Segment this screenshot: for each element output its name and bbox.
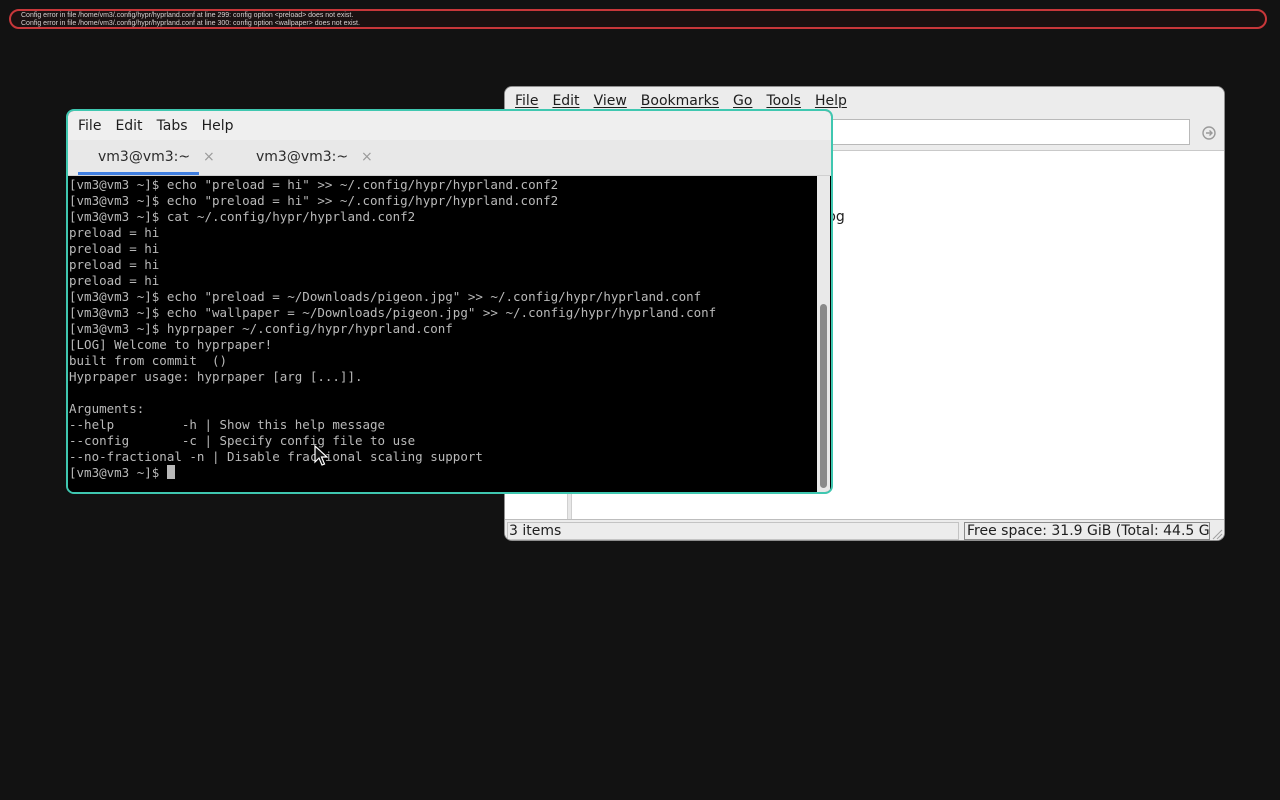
terminal-line: --help -h | Show this help message bbox=[69, 417, 386, 432]
scrollbar-thumb[interactable] bbox=[820, 304, 827, 488]
terminal-line: [vm3@vm3 ~]$ echo "preload = hi" >> ~/.c… bbox=[69, 193, 559, 208]
terminal-tab-bar: vm3@vm3:~ × vm3@vm3:~ × bbox=[68, 140, 831, 176]
text-cursor bbox=[166, 465, 175, 479]
terminal-lines: [vm3@vm3 ~]$ echo "preload = hi" >> ~/.c… bbox=[69, 177, 716, 481]
terminal-line: preload = hi bbox=[69, 257, 160, 272]
fm-menu-edit[interactable]: Edit bbox=[548, 93, 583, 109]
terminal-line: [vm3@vm3 ~]$ echo "preload = ~/Downloads… bbox=[69, 289, 702, 304]
location-bar-input[interactable]: ds bbox=[805, 119, 1190, 145]
terminal-line: [vm3@vm3 ~]$ cat ~/.config/hypr/hyprland… bbox=[69, 209, 416, 224]
terminal-line: built from commit () bbox=[69, 353, 228, 368]
close-tab-icon[interactable]: × bbox=[203, 149, 215, 165]
jump-to-icon bbox=[1202, 126, 1216, 140]
tab-label: vm3@vm3:~ bbox=[98, 149, 191, 165]
fm-menu-view[interactable]: View bbox=[590, 93, 631, 109]
fm-menu-file[interactable]: File bbox=[511, 93, 542, 109]
terminal-scrollbar[interactable] bbox=[817, 176, 830, 492]
terminal-line: preload = hi bbox=[69, 241, 160, 256]
terminal-line: --config -c | Specify config file to use bbox=[69, 433, 416, 448]
config-error-line: Config error in file /home/vm3/.config/h… bbox=[21, 20, 360, 27]
terminal-tab-2[interactable]: vm3@vm3:~ × bbox=[230, 140, 385, 175]
term-menu-tabs[interactable]: Tabs bbox=[153, 118, 192, 134]
item-count-status: 3 items bbox=[507, 522, 959, 540]
close-tab-icon[interactable]: × bbox=[361, 149, 373, 165]
config-error-banner: Config error in file /home/vm3/.config/h… bbox=[9, 9, 1267, 29]
mouse-pointer-icon bbox=[314, 445, 328, 466]
terminal-line: [vm3@vm3 ~]$ hyprpaper ~/.config/hypr/hy… bbox=[69, 321, 453, 336]
term-menu-help[interactable]: Help bbox=[198, 118, 238, 134]
terminal-output[interactable]: [vm3@vm3 ~]$ echo "preload = hi" >> ~/.c… bbox=[68, 176, 818, 492]
free-space-status: Free space: 31.9 GiB (Total: 44.5 GiB) bbox=[964, 522, 1210, 540]
terminal-line: --no-fractional -n | Disable fractional … bbox=[69, 449, 483, 464]
term-menu-edit[interactable]: Edit bbox=[111, 118, 146, 134]
fm-menu-tools[interactable]: Tools bbox=[762, 93, 805, 109]
term-menu-file[interactable]: File bbox=[74, 118, 105, 134]
terminal-line: [vm3@vm3 ~]$ echo "wallpaper = ~/Downloa… bbox=[69, 305, 717, 320]
terminal-menubar: File Edit Tabs Help bbox=[68, 111, 831, 140]
config-error-line: Config error in file /home/vm3/.config/h… bbox=[21, 12, 354, 19]
terminal-line: preload = hi bbox=[69, 225, 160, 240]
terminal-line: preload = hi bbox=[69, 273, 160, 288]
terminal-prompt-line[interactable]: [vm3@vm3 ~]$ bbox=[69, 465, 716, 481]
resize-grip-icon[interactable] bbox=[1209, 526, 1223, 540]
active-tab-indicator bbox=[78, 172, 199, 175]
terminal-prompt: [vm3@vm3 ~]$ bbox=[69, 465, 167, 480]
terminal-line: Arguments: bbox=[69, 401, 145, 416]
fm-menu-help[interactable]: Help bbox=[811, 93, 851, 109]
go-button[interactable] bbox=[1197, 121, 1221, 145]
status-bar: 3 items Free space: 31.9 GiB (Total: 44.… bbox=[505, 519, 1224, 540]
terminal-line: [LOG] Welcome to hyprpaper! bbox=[69, 337, 273, 352]
terminal-line: [vm3@vm3 ~]$ echo "preload = hi" >> ~/.c… bbox=[69, 177, 559, 192]
fm-menu-bookmarks[interactable]: Bookmarks bbox=[637, 93, 723, 109]
terminal-window[interactable]: File Edit Tabs Help vm3@vm3:~ × vm3@vm3:… bbox=[66, 109, 833, 494]
tab-label: vm3@vm3:~ bbox=[256, 149, 349, 165]
fm-menu-go[interactable]: Go bbox=[729, 93, 756, 109]
desktop: Config error in file /home/vm3/.config/h… bbox=[0, 0, 1280, 800]
terminal-tab-1[interactable]: vm3@vm3:~ × bbox=[72, 140, 227, 175]
terminal-line: Hyprpaper usage: hyprpaper [arg [...]]. bbox=[69, 369, 363, 384]
